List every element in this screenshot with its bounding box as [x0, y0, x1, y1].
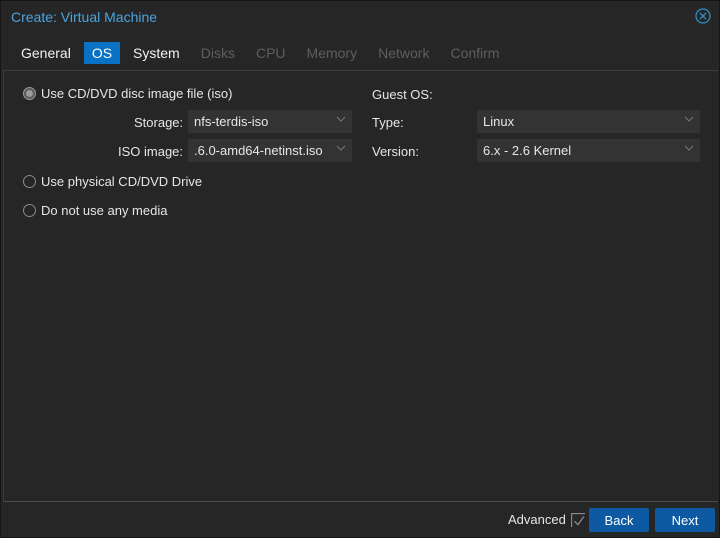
tab-network: Network — [378, 45, 430, 61]
next-button[interactable]: Next — [655, 508, 715, 532]
tab-confirm: Confirm — [450, 45, 500, 61]
chevron-down-icon — [336, 116, 346, 122]
storage-label: Storage: — [134, 115, 184, 130]
tab-os[interactable]: OS — [83, 42, 121, 64]
tab-system[interactable]: System — [125, 42, 188, 64]
tab-general[interactable]: General — [13, 42, 79, 64]
guest-os-heading: Guest OS: — [372, 87, 433, 102]
chevron-down-icon — [684, 145, 694, 151]
os-version-value: 6.x - 2.6 Kernel — [483, 143, 572, 158]
tab-cpu: CPU — [255, 45, 286, 61]
dialog-title: Create: Virtual Machine — [11, 9, 158, 25]
radio-physical-drive[interactable]: Use physical CD/DVD Drive — [23, 174, 202, 189]
type-label: Type: — [372, 115, 404, 130]
back-button[interactable]: Back — [589, 508, 649, 532]
advanced-toggle[interactable]: Advanced — [508, 512, 585, 527]
radio-physical-drive-label: Use physical CD/DVD Drive — [41, 174, 203, 189]
radio-no-media-label: Do not use any media — [41, 203, 168, 218]
os-type-value: Linux — [483, 114, 515, 129]
advanced-label: Advanced — [508, 512, 566, 527]
chevron-down-icon — [336, 145, 346, 151]
radio-no-media[interactable]: Do not use any media — [23, 203, 167, 218]
close-icon[interactable] — [695, 8, 711, 24]
iso-image-value: .6.0-amd64-netinst.iso — [194, 143, 323, 158]
wizard-tabs: General OS System Disks CPU Memory Netwo… — [13, 42, 512, 64]
os-version-select[interactable]: 6.x - 2.6 Kernel — [477, 139, 700, 162]
radio-use-iso-label: Use CD/DVD disc image file (iso) — [41, 86, 233, 101]
iso-image-select[interactable]: .6.0-amd64-netinst.iso — [188, 139, 352, 162]
radio-use-iso[interactable]: Use CD/DVD disc image file (iso) — [23, 86, 232, 101]
storage-select[interactable]: nfs-terdis-iso — [188, 110, 352, 133]
iso-image-label: ISO image: — [118, 144, 184, 159]
create-vm-dialog: Create: Virtual Machine General OS Syste… — [0, 0, 720, 538]
version-label: Version: — [372, 144, 419, 159]
tab-memory: Memory — [306, 45, 358, 61]
chevron-down-icon — [684, 116, 694, 122]
radio-unchecked-icon — [23, 175, 36, 188]
radio-unchecked-icon — [23, 204, 36, 217]
tab-disks: Disks — [200, 45, 235, 61]
checkbox-checked-icon[interactable] — [570, 512, 585, 527]
storage-value: nfs-terdis-iso — [194, 114, 269, 129]
radio-checked-icon — [23, 87, 36, 100]
os-type-select[interactable]: Linux — [477, 110, 700, 133]
os-panel — [3, 70, 718, 502]
